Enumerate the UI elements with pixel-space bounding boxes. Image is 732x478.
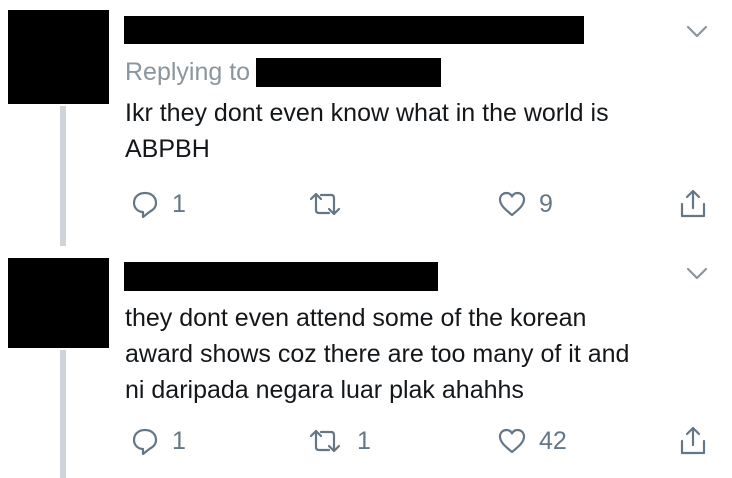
- tweet-text-line: they dont even attend some of the korean: [125, 304, 587, 332]
- chevron-down-icon[interactable]: [686, 267, 708, 281]
- action-bar: 1 9: [0, 186, 732, 222]
- like-count: 9: [539, 189, 553, 218]
- share-button[interactable]: [678, 186, 708, 222]
- reply-bubble-icon: [132, 428, 158, 456]
- heart-icon: [498, 191, 526, 217]
- chevron-down-icon[interactable]: [686, 25, 708, 39]
- retweet-count: 1: [357, 426, 371, 455]
- tweet-text-line: ABPBH: [125, 135, 210, 163]
- reply-button[interactable]: 1: [130, 186, 186, 222]
- tweet-text-line: ni daripada negara luar plak ahahhs: [125, 376, 524, 404]
- tweet-text-line: award shows coz there are too many of it…: [125, 340, 630, 368]
- heart-icon: [498, 428, 526, 454]
- reply-count: 1: [172, 426, 186, 455]
- tweet[interactable]: Replying to Ikr they dont even know what…: [0, 0, 732, 246]
- tweet-text-line: Ikr they dont even know what in the worl…: [125, 99, 609, 127]
- action-bar: 1 1 42: [0, 423, 732, 459]
- like-button[interactable]: 42: [497, 423, 567, 459]
- replying-to-label: Replying to: [125, 57, 251, 86]
- share-button[interactable]: [678, 423, 708, 459]
- tweet-text: they dont even attend some of the korean…: [125, 300, 629, 408]
- tweet-text: Ikr they dont even know what in the worl…: [125, 95, 609, 167]
- retweet-button[interactable]: 1: [305, 423, 371, 459]
- redacted-author-name[interactable]: [124, 16, 584, 44]
- redacted-author-name[interactable]: [124, 262, 438, 291]
- share-icon: [680, 189, 706, 218]
- share-icon: [680, 426, 706, 455]
- thread-line: [60, 106, 66, 246]
- like-button[interactable]: 9: [497, 186, 553, 222]
- avatar[interactable]: [8, 258, 109, 348]
- reply-bubble-icon: [132, 191, 158, 219]
- like-count: 42: [539, 426, 567, 455]
- retweet-icon: [309, 192, 341, 216]
- retweet-icon: [309, 429, 341, 453]
- reply-count: 1: [172, 189, 186, 218]
- redacted-mention[interactable]: [256, 57, 442, 87]
- replying-to: Replying to: [125, 56, 442, 88]
- retweet-button[interactable]: [305, 186, 357, 222]
- reply-button[interactable]: 1: [130, 423, 186, 459]
- avatar[interactable]: [8, 10, 109, 104]
- tweet[interactable]: they dont even attend some of the korean…: [0, 246, 732, 478]
